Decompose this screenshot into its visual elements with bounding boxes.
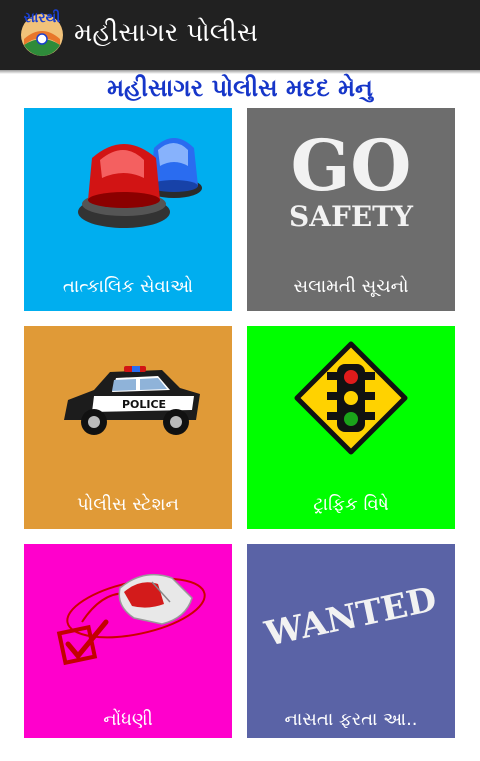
app-bar: સારથી મહીસાગર પોલીસ [0,0,480,70]
tile-label: સલામતી સૂચનો [293,276,409,297]
wanted-text: WANTED [260,579,440,655]
tile-label: ટ્રાફિક વિષે [313,494,389,515]
page-heading: મહીસાગર પોલીસ મદદ મેનુ [107,74,373,102]
emergency-siren-icon [78,138,202,228]
app-title: મહીસાગર પોલીસ [74,18,258,48]
tile-traffic[interactable]: ટ્રાફિક વિષે [247,326,455,529]
safety-text: SAFETY [289,200,414,233]
tile-label: પોલીસ સ્ટેશન [77,494,179,515]
mouse-checkbox-icon [56,573,206,666]
tile-label: નાસતા ફરતા આ.. [284,709,418,730]
go-safety-icon: GO SAFETY [289,124,414,233]
tile-emergency-services[interactable]: તાત્કાલિક સેવાઓ [24,108,232,311]
traffic-light-icon [294,341,408,455]
tile-registration[interactable]: નોંધણી [24,544,232,738]
tile-safety-tips[interactable]: GO SAFETY સલામતી સૂચનો [247,108,455,311]
tile-wanted[interactable]: WANTED નાસતા ફરતા આ.. [247,544,455,738]
wanted-stamp-icon: WANTED [260,579,440,655]
police-car-icon: POLICE [64,366,200,435]
go-text: GO [291,124,412,207]
tile-label: તાત્કાલિક સેવાઓ [62,276,194,297]
police-text: POLICE [122,398,166,411]
app-logo-text: સારથી [23,10,61,26]
tile-police-station[interactable]: POLICE પોલીસ સ્ટેશન [24,326,232,529]
tile-label: નોંધણી [103,709,153,730]
